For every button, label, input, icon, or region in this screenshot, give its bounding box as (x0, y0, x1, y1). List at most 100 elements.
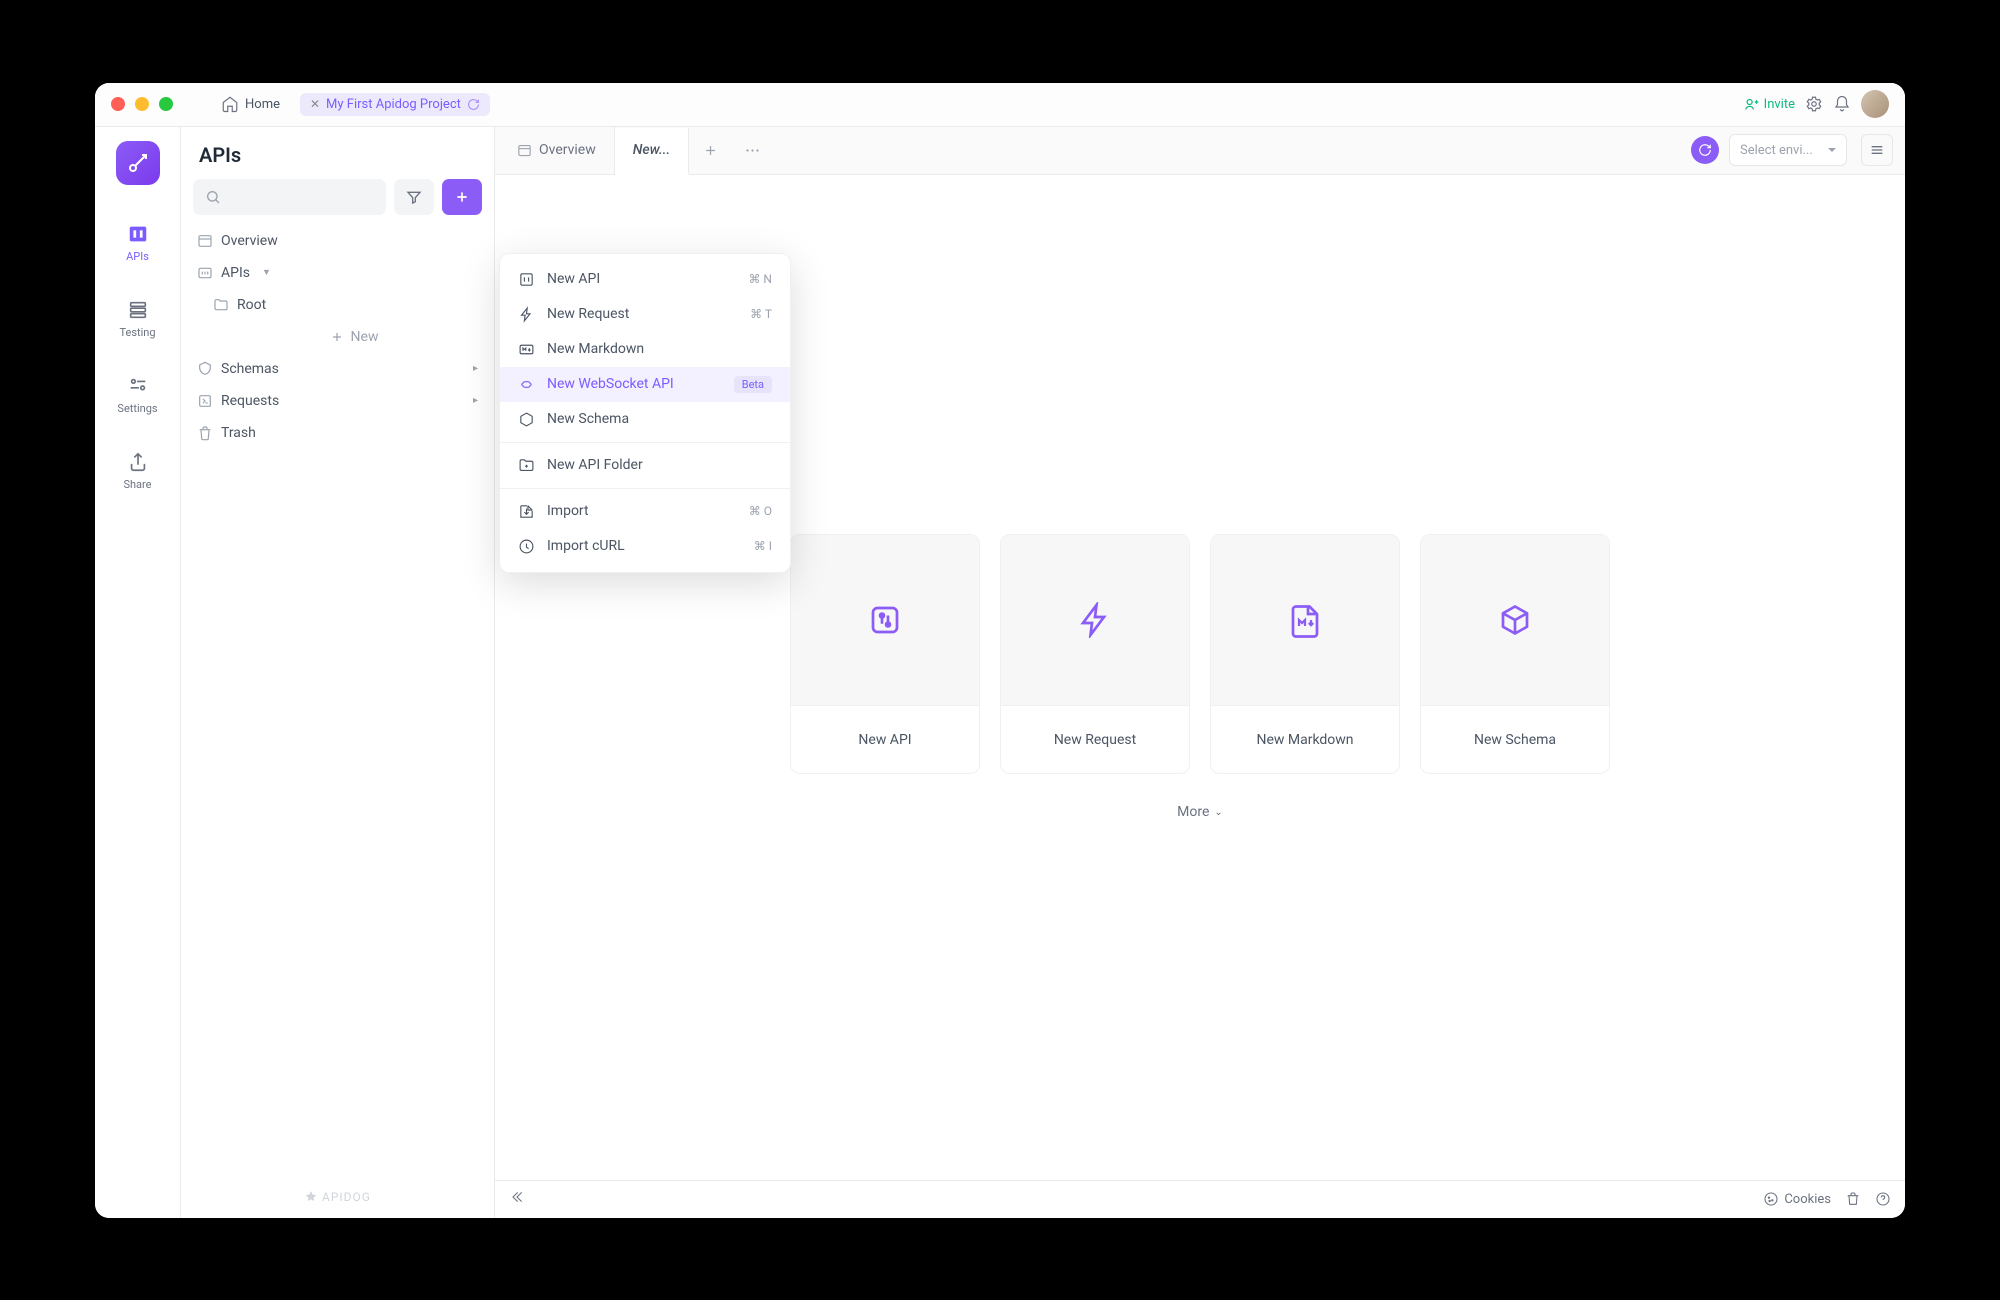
dd-new-markdown-label: New Markdown (547, 341, 644, 357)
minimize-window-button[interactable] (135, 97, 149, 111)
import-curl-icon (518, 538, 535, 555)
menu-icon (1869, 142, 1885, 158)
card-new-schema-label: New Schema (1474, 732, 1556, 748)
sidebar-schemas-label: Schemas (221, 361, 279, 377)
filter-icon (406, 189, 422, 205)
search-input[interactable] (193, 179, 386, 215)
env-menu-button[interactable] (1861, 134, 1893, 166)
action-cards: New API New Request New Markdown New Sch… (790, 534, 1610, 774)
search-icon (205, 189, 221, 205)
add-button[interactable] (442, 179, 482, 215)
sidebar-root-folder[interactable]: Root (181, 289, 494, 321)
websocket-icon (518, 376, 535, 393)
dropdown-separator (500, 488, 790, 489)
overview-tab-icon (517, 143, 532, 158)
sidebar-requests[interactable]: Requests ▸ (181, 385, 494, 417)
overview-icon (197, 233, 213, 249)
api-icon (518, 271, 535, 288)
close-window-button[interactable] (111, 97, 125, 111)
dd-new-markdown[interactable]: New Markdown (500, 332, 790, 367)
rail-share[interactable]: Share (106, 443, 170, 499)
schema-icon (197, 361, 213, 377)
close-tab-icon[interactable]: ✕ (310, 97, 320, 111)
card-new-markdown[interactable]: New Markdown (1210, 534, 1400, 774)
sidebar-requests-label: Requests (221, 393, 279, 409)
card-new-schema[interactable]: New Schema (1420, 534, 1610, 774)
dropdown-separator (500, 442, 790, 443)
invite-icon (1744, 97, 1759, 112)
user-avatar[interactable] (1861, 90, 1889, 118)
cookies-button[interactable]: Cookies (1763, 1191, 1831, 1207)
titlebar: Home ✕ My First Apidog Project Invite (95, 83, 1905, 127)
sidebar: APIs Overview APIs ▼ (181, 127, 495, 1218)
app-logo-icon (126, 151, 150, 175)
more-label: More (1177, 804, 1209, 820)
trash-footer-icon[interactable] (1845, 1191, 1861, 1207)
dd-import-curl[interactable]: Import cURL ⌘ I (500, 529, 790, 564)
sidebar-apis-label: APIs (221, 265, 250, 281)
settings-rail-icon (127, 375, 149, 397)
tab-new-label: New... (633, 142, 670, 158)
markdown-icon (518, 341, 535, 358)
plus-icon (454, 189, 470, 205)
cookies-label: Cookies (1784, 1192, 1831, 1207)
dd-new-folder-label: New API Folder (547, 457, 643, 473)
requests-icon (197, 393, 213, 409)
app-logo[interactable] (116, 141, 160, 185)
card-new-request[interactable]: New Request (1000, 534, 1190, 774)
rail-share-label: Share (123, 478, 151, 491)
trash-icon (197, 425, 213, 441)
filter-button[interactable] (394, 179, 434, 215)
folder-plus-icon (518, 457, 535, 474)
sidebar-schemas[interactable]: Schemas ▸ (181, 353, 494, 385)
brand-icon (304, 1190, 318, 1204)
dd-new-api-label: New API (547, 271, 600, 287)
rail-apis-label: APIs (126, 250, 149, 263)
dd-new-websocket[interactable]: New WebSocket API Beta (500, 367, 790, 402)
dd-import[interactable]: Import ⌘ O (500, 494, 790, 529)
chevron-right-icon: ▸ (473, 395, 478, 406)
invite-button[interactable]: Invite (1744, 97, 1795, 112)
environment-select[interactable]: Select envi... (1729, 134, 1847, 166)
home-button[interactable]: Home (211, 91, 290, 117)
sidebar-trash[interactable]: Trash (181, 417, 494, 449)
sidebar-apis-group[interactable]: APIs ▼ (181, 257, 494, 289)
dd-new-api[interactable]: New API ⌘ N (500, 262, 790, 297)
dd-new-request[interactable]: New Request ⌘ T (500, 297, 790, 332)
footer-bar: Cookies (495, 1180, 1905, 1218)
tab-add-button[interactable] (689, 127, 731, 174)
collapse-sidebar-button[interactable] (509, 1189, 525, 1209)
tab-overview[interactable]: Overview (499, 127, 615, 174)
sync-icon (467, 98, 480, 111)
dd-import-label: Import (547, 503, 589, 519)
bell-icon[interactable] (1833, 95, 1851, 113)
rail-settings[interactable]: Settings (106, 367, 170, 423)
settings-icon[interactable] (1805, 95, 1823, 113)
nav-rail: APIs Testing Settings Share (95, 127, 181, 1218)
card-new-api[interactable]: New API (790, 534, 980, 774)
tab-more-button[interactable] (731, 127, 773, 174)
sidebar-trash-label: Trash (221, 425, 256, 441)
dd-new-schema-label: New Schema (547, 411, 629, 427)
dd-new-schema[interactable]: New Schema (500, 402, 790, 437)
testing-icon (127, 299, 149, 321)
ellipsis-icon (744, 142, 761, 159)
sidebar-overview[interactable]: Overview (181, 225, 494, 257)
rail-apis[interactable]: APIs (106, 215, 170, 271)
help-icon[interactable] (1875, 1191, 1891, 1207)
rail-testing[interactable]: Testing (106, 291, 170, 347)
env-refresh-button[interactable] (1691, 136, 1719, 164)
project-tab[interactable]: ✕ My First Apidog Project (300, 93, 490, 116)
invite-label: Invite (1764, 97, 1795, 112)
tab-bar: Overview New... Select envi.. (495, 127, 1905, 175)
dd-new-api-shortcut: ⌘ N (748, 272, 772, 286)
more-link[interactable]: More ⌄ (1177, 804, 1223, 820)
rail-settings-label: Settings (117, 402, 157, 415)
apis-icon (127, 223, 149, 245)
sidebar-root-label: Root (237, 297, 266, 313)
tab-new[interactable]: New... (615, 128, 689, 175)
sidebar-new-item[interactable]: New (181, 321, 494, 353)
dd-new-folder[interactable]: New API Folder (500, 448, 790, 483)
dd-new-websocket-label: New WebSocket API (547, 376, 674, 392)
maximize-window-button[interactable] (159, 97, 173, 111)
